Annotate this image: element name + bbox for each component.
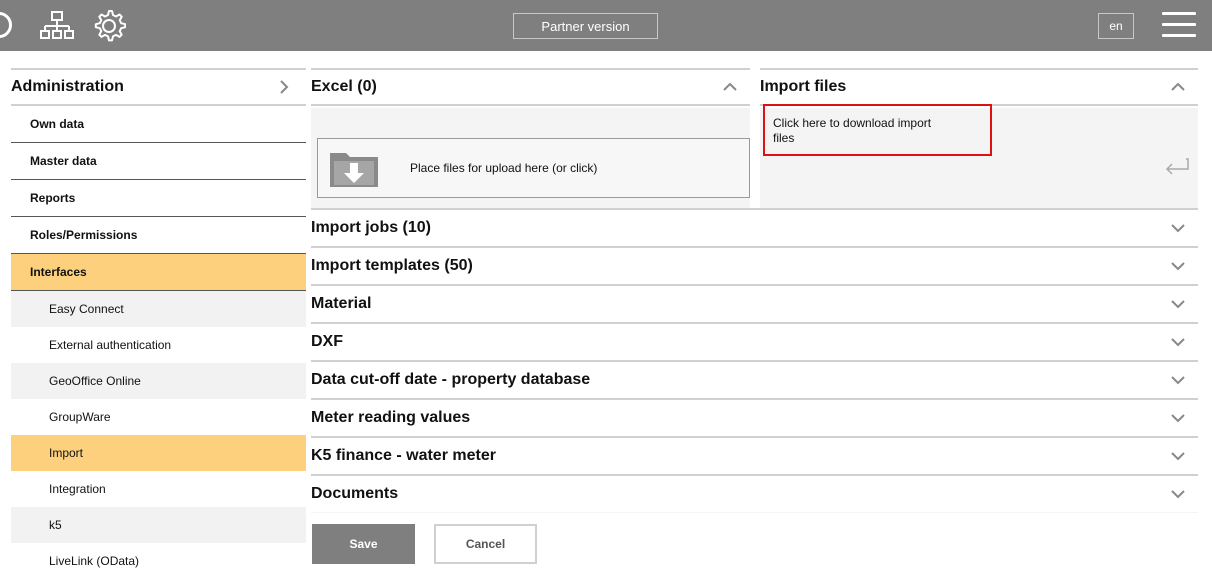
section-material[interactable]: Material [311,284,1198,322]
section-dxf[interactable]: DXF [311,322,1198,360]
chevron-down-icon[interactable] [1170,410,1186,426]
section-title: Data cut-off date - property database [311,371,591,388]
download-import-files-link[interactable]: Click here to download import files [763,104,992,156]
cancel-button[interactable]: Cancel [434,524,537,564]
sidebar-subitem-groupware[interactable]: GroupWare [11,399,306,435]
sidebar-title: Administration [11,78,124,95]
sidebar-item-own-data[interactable]: Own data [11,106,306,143]
chevron-right-icon[interactable] [276,79,292,95]
sidebar-header[interactable]: Administration [11,68,306,106]
section-title: DXF [311,333,343,350]
chevron-up-icon[interactable] [1170,79,1186,95]
section-import-templates[interactable]: Import templates (50) [311,246,1198,284]
sidebar-subitem-k5[interactable]: k5 [11,507,306,543]
sidebar-subitem-import[interactable]: Import [11,435,306,471]
sidebar-subitem-easy-connect[interactable]: Easy Connect [11,291,306,327]
gear-icon[interactable] [92,9,126,43]
section-title: K5 finance - water meter [311,447,496,464]
chevron-up-icon[interactable] [722,79,738,95]
file-upload-dropzone[interactable]: Place files for upload here (or click) [317,138,750,198]
section-title: Meter reading values [311,409,471,426]
hamburger-menu-icon[interactable] [1162,12,1196,40]
import-files-panel-body: Click here to download import files [760,104,1198,208]
network-icon[interactable] [40,10,74,42]
sidebar-item-interfaces[interactable]: Interfaces [11,254,306,291]
section-title: Material [311,295,372,312]
return-icon[interactable] [1164,156,1190,176]
excel-panel-header[interactable]: Excel (0) [311,68,750,106]
save-button[interactable]: Save [312,524,415,564]
chevron-down-icon[interactable] [1170,448,1186,464]
upload-instruction: Place files for upload here (or click) [410,161,598,175]
section-title: Documents [311,485,399,502]
top-bar: Partner version en [0,0,1212,51]
section-data-cutoff-date[interactable]: Data cut-off date - property database [311,360,1198,398]
logo-icon[interactable] [0,12,12,38]
chevron-down-icon[interactable] [1170,296,1186,312]
sidebar-subitem-integration[interactable]: Integration [11,471,306,507]
excel-panel-title: Excel (0) [311,78,377,95]
section-meter-reading-values[interactable]: Meter reading values [311,398,1198,436]
sidebar-item-master-data[interactable]: Master data [11,143,306,180]
folder-download-icon [330,153,378,187]
partner-version-button[interactable]: Partner version [513,13,658,39]
chevron-down-icon[interactable] [1170,486,1186,502]
excel-panel-body: Place files for upload here (or click) [311,108,750,208]
chevron-down-icon[interactable] [1170,372,1186,388]
sidebar-item-roles-permissions[interactable]: Roles/Permissions [11,217,306,254]
sidebar-subitem-livelink-odata[interactable]: LiveLink (OData) [11,543,306,579]
import-files-panel-header[interactable]: Import files [760,68,1198,106]
chevron-down-icon[interactable] [1170,220,1186,236]
sidebar-item-reports[interactable]: Reports [11,180,306,217]
download-import-files-text: Click here to download import files [773,116,932,145]
sidebar-subitem-geooffice-online[interactable]: GeoOffice Online [11,363,306,399]
section-k5-finance-water-meter[interactable]: K5 finance - water meter [311,436,1198,474]
chevron-down-icon[interactable] [1170,334,1186,350]
sidebar: Administration Own data Master data Repo… [11,68,306,579]
section-import-jobs[interactable]: Import jobs (10) [311,208,1198,246]
section-title: Import templates (50) [311,257,473,274]
sidebar-subitem-external-authentication[interactable]: External authentication [11,327,306,363]
chevron-down-icon[interactable] [1170,258,1186,274]
language-selector[interactable]: en [1098,13,1134,39]
import-files-title: Import files [760,78,847,95]
section-documents[interactable]: Documents [311,474,1198,512]
section-title: Import jobs (10) [311,219,432,236]
